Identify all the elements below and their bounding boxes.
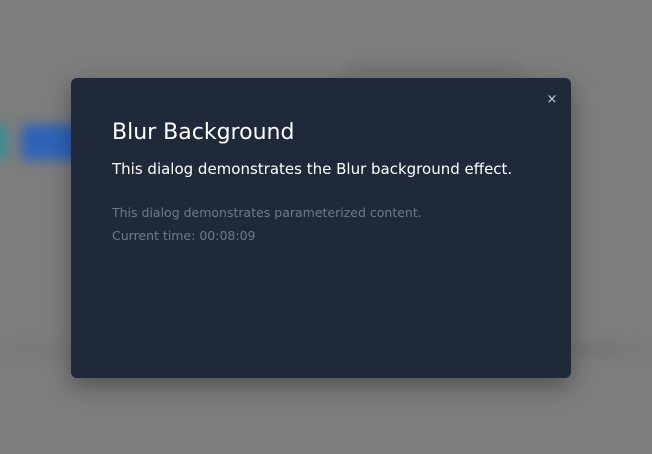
background-divider bbox=[0, 40, 320, 42]
close-button[interactable]: × bbox=[543, 91, 561, 109]
background-rule bbox=[570, 260, 652, 262]
background-text-block bbox=[345, 66, 520, 76]
background-pill bbox=[575, 343, 615, 357]
current-time-text: Current time: 00:08:09 bbox=[112, 228, 256, 243]
background-teal-button bbox=[0, 124, 6, 160]
dialog-subtitle: This dialog demonstrates the Blur backgr… bbox=[112, 160, 513, 178]
blur-dialog: × Blur Background This dialog demonstrat… bbox=[71, 78, 571, 378]
dialog-body-text: This dialog demonstrates parameterized c… bbox=[112, 205, 422, 220]
page: × Blur Background This dialog demonstrat… bbox=[0, 0, 652, 454]
dialog-body: This dialog demonstrates parameterized c… bbox=[112, 201, 422, 247]
close-icon: × bbox=[546, 92, 558, 107]
dialog-title: Blur Background bbox=[112, 120, 295, 145]
